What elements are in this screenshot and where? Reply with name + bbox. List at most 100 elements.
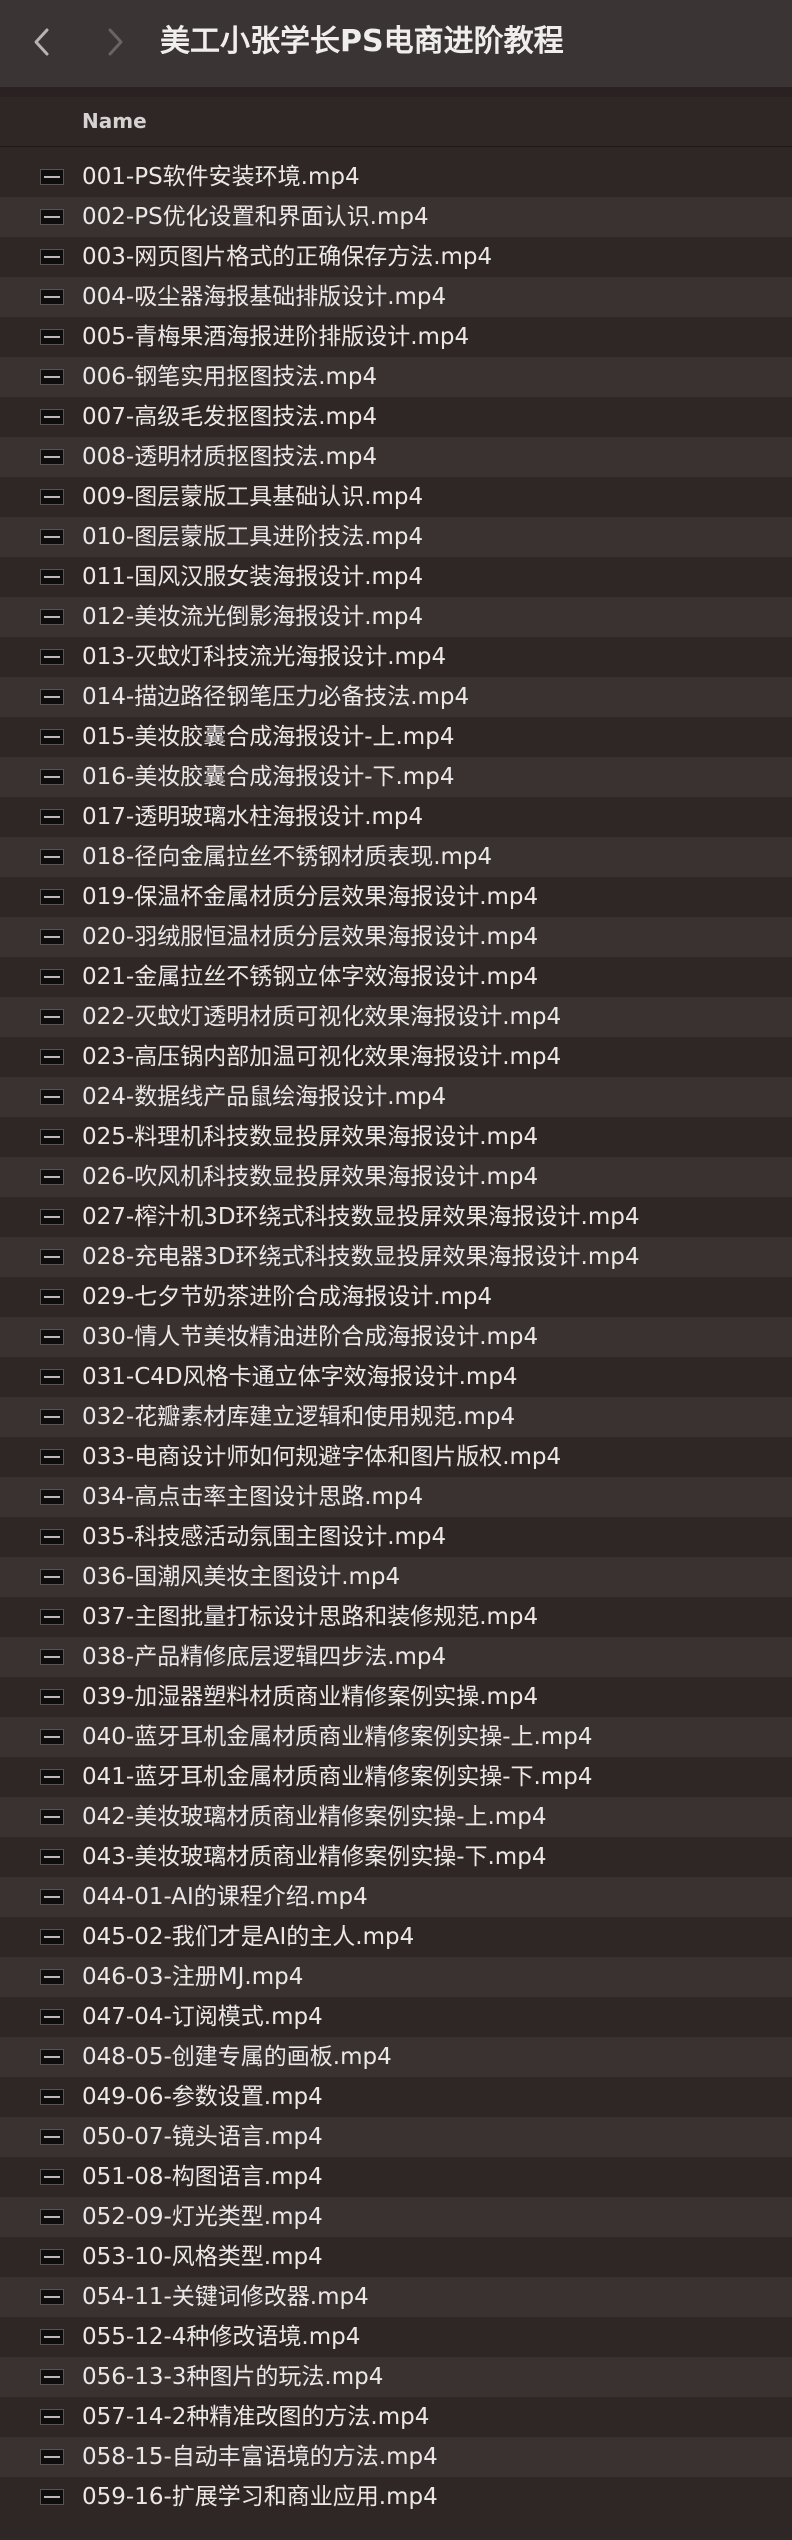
file-name: 053-10-风格类型.mp4 bbox=[82, 2244, 323, 2270]
file-row[interactable]: 043-美妆玻璃材质商业精修案例实操-下.mp4 bbox=[0, 1837, 792, 1877]
video-thumbnail-icon bbox=[40, 169, 64, 185]
video-thumbnail-icon bbox=[40, 1409, 64, 1425]
file-row[interactable]: 022-灭蚊灯透明材质可视化效果海报设计.mp4 bbox=[0, 997, 792, 1037]
name-column-header[interactable]: Name bbox=[82, 109, 147, 133]
video-thumbnail-icon bbox=[40, 2049, 64, 2065]
file-row[interactable]: 016-美妆胶囊合成海报设计-下.mp4 bbox=[0, 757, 792, 797]
file-name: 010-图层蒙版工具进阶技法.mp4 bbox=[82, 524, 424, 550]
chevron-left-icon bbox=[34, 28, 49, 56]
file-row[interactable]: 005-青梅果酒海报进阶排版设计.mp4 bbox=[0, 317, 792, 357]
file-row[interactable]: 013-灭蚊灯科技流光海报设计.mp4 bbox=[0, 637, 792, 677]
file-row[interactable]: 011-国风汉服女装海报设计.mp4 bbox=[0, 557, 792, 597]
file-row[interactable]: 050-07-镜头语言.mp4 bbox=[0, 2117, 792, 2157]
file-row[interactable]: 007-高级毛发抠图技法.mp4 bbox=[0, 397, 792, 437]
file-row[interactable]: 045-02-我们才是AI的主人.mp4 bbox=[0, 1917, 792, 1957]
file-row[interactable]: 026-吹风机科技数显投屏效果海报设计.mp4 bbox=[0, 1157, 792, 1197]
file-row[interactable]: 001-PS软件安装环境.mp4 bbox=[0, 157, 792, 197]
file-row[interactable]: 025-料理机科技数显投屏效果海报设计.mp4 bbox=[0, 1117, 792, 1157]
file-row[interactable]: 039-加湿器塑料材质商业精修案例实操.mp4 bbox=[0, 1677, 792, 1717]
file-row[interactable]: 003-网页图片格式的正确保存方法.mp4 bbox=[0, 237, 792, 277]
file-name: 024-数据线产品鼠绘海报设计.mp4 bbox=[82, 1084, 447, 1110]
file-row[interactable]: 009-图层蒙版工具基础认识.mp4 bbox=[0, 477, 792, 517]
file-row[interactable]: 029-七夕节奶茶进阶合成海报设计.mp4 bbox=[0, 1277, 792, 1317]
file-row[interactable]: 018-径向金属拉丝不锈钢材质表现.mp4 bbox=[0, 837, 792, 877]
file-row[interactable]: 024-数据线产品鼠绘海报设计.mp4 bbox=[0, 1077, 792, 1117]
file-row[interactable]: 036-国潮风美妆主图设计.mp4 bbox=[0, 1557, 792, 1597]
file-name: 027-榨汁机3D环绕式科技数显投屏效果海报设计.mp4 bbox=[82, 1204, 640, 1230]
video-thumbnail-icon bbox=[40, 1729, 64, 1745]
file-name: 001-PS软件安装环境.mp4 bbox=[82, 164, 360, 190]
file-row[interactable]: 044-01-AI的课程介绍.mp4 bbox=[0, 1877, 792, 1917]
file-row[interactable]: 038-产品精修底层逻辑四步法.mp4 bbox=[0, 1637, 792, 1677]
file-row[interactable]: 052-09-灯光类型.mp4 bbox=[0, 2197, 792, 2237]
file-row[interactable]: 031-C4D风格卡通立体字效海报设计.mp4 bbox=[0, 1357, 792, 1397]
forward-button[interactable] bbox=[95, 22, 135, 62]
file-row[interactable]: 056-13-3种图片的玩法.mp4 bbox=[0, 2357, 792, 2397]
file-row[interactable]: 057-14-2种精准改图的方法.mp4 bbox=[0, 2397, 792, 2437]
file-name: 048-05-创建专属的画板.mp4 bbox=[82, 2044, 392, 2070]
video-thumbnail-icon bbox=[40, 1449, 64, 1465]
video-thumbnail-icon bbox=[40, 1929, 64, 1945]
file-row[interactable]: 035-科技感活动氛围主图设计.mp4 bbox=[0, 1517, 792, 1557]
video-thumbnail-icon bbox=[40, 1249, 64, 1265]
file-row[interactable]: 019-保温杯金属材质分层效果海报设计.mp4 bbox=[0, 877, 792, 917]
file-row[interactable]: 033-电商设计师如何规避字体和图片版权.mp4 bbox=[0, 1437, 792, 1477]
file-name: 044-01-AI的课程介绍.mp4 bbox=[82, 1884, 368, 1910]
file-name: 019-保温杯金属材质分层效果海报设计.mp4 bbox=[82, 884, 539, 910]
file-row[interactable]: 012-美妆流光倒影海报设计.mp4 bbox=[0, 597, 792, 637]
file-row[interactable]: 028-充电器3D环绕式科技数显投屏效果海报设计.mp4 bbox=[0, 1237, 792, 1277]
video-thumbnail-icon bbox=[40, 1609, 64, 1625]
video-thumbnail-icon bbox=[40, 1209, 64, 1225]
toolbar-divider bbox=[0, 87, 792, 97]
file-list: 001-PS软件安装环境.mp4 002-PS优化设置和界面认识.mp4 003-网… bbox=[0, 157, 792, 2517]
file-name: 043-美妆玻璃材质商业精修案例实操-下.mp4 bbox=[82, 1844, 547, 1870]
file-row[interactable]: 048-05-创建专属的画板.mp4 bbox=[0, 2037, 792, 2077]
file-row[interactable]: 017-透明玻璃水柱海报设计.mp4 bbox=[0, 797, 792, 837]
file-row[interactable]: 015-美妆胶囊合成海报设计-上.mp4 bbox=[0, 717, 792, 757]
file-row[interactable]: 010-图层蒙版工具进阶技法.mp4 bbox=[0, 517, 792, 557]
file-row[interactable]: 027-榨汁机3D环绕式科技数显投屏效果海报设计.mp4 bbox=[0, 1197, 792, 1237]
file-row[interactable]: 042-美妆玻璃材质商业精修案例实操-上.mp4 bbox=[0, 1797, 792, 1837]
file-name: 029-七夕节奶茶进阶合成海报设计.mp4 bbox=[82, 1284, 493, 1310]
file-row[interactable]: 040-蓝牙耳机金属材质商业精修案例实操-上.mp4 bbox=[0, 1717, 792, 1757]
file-name: 050-07-镜头语言.mp4 bbox=[82, 2124, 323, 2150]
file-row[interactable]: 046-03-注册MJ.mp4 bbox=[0, 1957, 792, 1997]
video-thumbnail-icon bbox=[40, 249, 64, 265]
chevron-right-icon bbox=[108, 28, 123, 56]
file-row[interactable]: 006-钢笔实用抠图技法.mp4 bbox=[0, 357, 792, 397]
file-row[interactable]: 051-08-构图语言.mp4 bbox=[0, 2157, 792, 2197]
file-row[interactable]: 004-吸尘器海报基础排版设计.mp4 bbox=[0, 277, 792, 317]
file-name: 052-09-灯光类型.mp4 bbox=[82, 2204, 323, 2230]
file-row[interactable]: 023-高压锅内部加温可视化效果海报设计.mp4 bbox=[0, 1037, 792, 1077]
file-row[interactable]: 058-15-自动丰富语境的方法.mp4 bbox=[0, 2437, 792, 2477]
file-row[interactable]: 021-金属拉丝不锈钢立体字效海报设计.mp4 bbox=[0, 957, 792, 997]
file-row[interactable]: 020-羽绒服恒温材质分层效果海报设计.mp4 bbox=[0, 917, 792, 957]
file-name: 040-蓝牙耳机金属材质商业精修案例实操-上.mp4 bbox=[82, 1724, 593, 1750]
file-row[interactable]: 014-描边路径钢笔压力必备技法.mp4 bbox=[0, 677, 792, 717]
file-row[interactable]: 030-情人节美妆精油进阶合成海报设计.mp4 bbox=[0, 1317, 792, 1357]
file-name: 055-12-4种修改语境.mp4 bbox=[82, 2324, 361, 2350]
file-row[interactable]: 041-蓝牙耳机金属材质商业精修案例实操-下.mp4 bbox=[0, 1757, 792, 1797]
window-title: 美工小张学长PS电商进阶教程 bbox=[160, 24, 564, 59]
file-row[interactable]: 034-高点击率主图设计思路.mp4 bbox=[0, 1477, 792, 1517]
file-row[interactable]: 032-花瓣素材库建立逻辑和使用规范.mp4 bbox=[0, 1397, 792, 1437]
video-thumbnail-icon bbox=[40, 1089, 64, 1105]
file-name: 031-C4D风格卡通立体字效海报设计.mp4 bbox=[82, 1364, 518, 1390]
file-row[interactable]: 055-12-4种修改语境.mp4 bbox=[0, 2317, 792, 2357]
file-row[interactable]: 049-06-参数设置.mp4 bbox=[0, 2077, 792, 2117]
file-row[interactable]: 037-主图批量打标设计思路和装修规范.mp4 bbox=[0, 1597, 792, 1637]
file-row[interactable]: 054-11-关键词修改器.mp4 bbox=[0, 2277, 792, 2317]
video-thumbnail-icon bbox=[40, 289, 64, 305]
file-name: 013-灭蚊灯科技流光海报设计.mp4 bbox=[82, 644, 447, 670]
file-name: 012-美妆流光倒影海报设计.mp4 bbox=[82, 604, 424, 630]
file-row[interactable]: 047-04-订阅模式.mp4 bbox=[0, 1997, 792, 2037]
file-row[interactable]: 002-PS优化设置和界面认识.mp4 bbox=[0, 197, 792, 237]
video-thumbnail-icon bbox=[40, 1769, 64, 1785]
file-row[interactable]: 053-10-风格类型.mp4 bbox=[0, 2237, 792, 2277]
back-button[interactable] bbox=[22, 22, 62, 62]
file-name: 057-14-2种精准改图的方法.mp4 bbox=[82, 2404, 430, 2430]
video-thumbnail-icon bbox=[40, 1689, 64, 1705]
file-row[interactable]: 059-16-扩展学习和商业应用.mp4 bbox=[0, 2477, 792, 2517]
video-thumbnail-icon bbox=[40, 2129, 64, 2145]
file-row[interactable]: 008-透明材质抠图技法.mp4 bbox=[0, 437, 792, 477]
